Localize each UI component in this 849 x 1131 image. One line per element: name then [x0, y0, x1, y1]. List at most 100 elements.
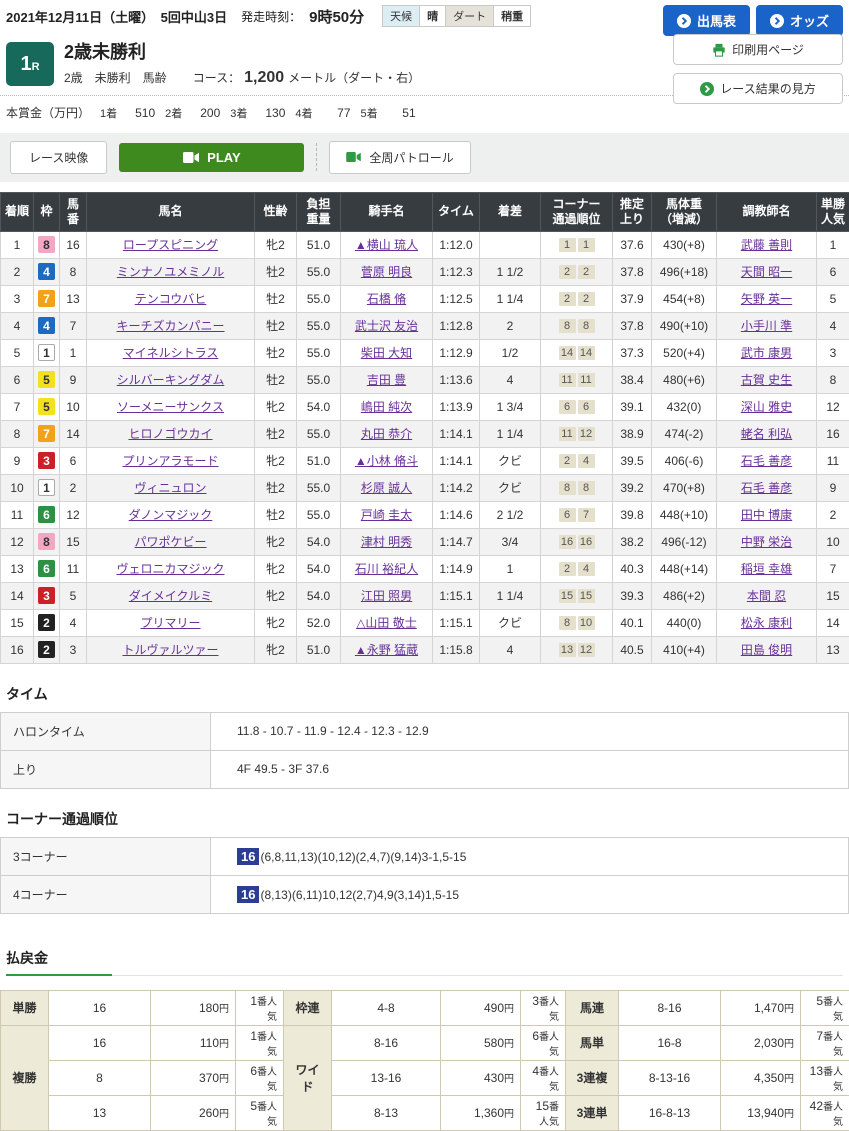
jockey-link[interactable]: 吉田 豊: [367, 373, 406, 387]
jockey-link[interactable]: ▲小林 脩斗: [355, 454, 418, 468]
jockey-link[interactable]: 津村 明秀: [361, 535, 412, 549]
sex-age: 牝2: [255, 447, 297, 474]
jockey-link[interactable]: 石橋 脩: [367, 292, 406, 306]
horse-name-link[interactable]: キーチズカンパニー: [116, 319, 224, 333]
win-popularity: 3: [817, 339, 849, 366]
trainer-link[interactable]: 深山 雅史: [741, 400, 792, 414]
trainer-link[interactable]: 蛯名 利弘: [741, 427, 792, 441]
horse-name-link[interactable]: ダイメイクルミ: [129, 589, 212, 603]
column-header: 推定上り: [613, 192, 652, 231]
finish-order: 12: [1, 528, 34, 555]
sex-age: 牝2: [255, 393, 297, 420]
body-weight: 440(0): [652, 609, 717, 636]
trainer-link[interactable]: 古賀 史生: [741, 373, 792, 387]
column-header: 調教師名: [717, 192, 817, 231]
jockey-link[interactable]: 嶋田 純次: [361, 400, 412, 414]
horse-number: 15: [60, 528, 87, 555]
jockey-link[interactable]: ▲永野 猛蔵: [355, 643, 418, 657]
yen-suffix: 円: [219, 1004, 229, 1015]
trainer-link[interactable]: 松永 康利: [741, 616, 792, 630]
horse-name-link[interactable]: ヒロノゴウカイ: [128, 427, 212, 441]
jockey-link[interactable]: 柴田 大知: [361, 346, 412, 360]
payout-popularity: 5番人気: [801, 990, 849, 1025]
finish-order: 16: [1, 636, 34, 663]
jockey-link[interactable]: △山田 敬士: [356, 616, 417, 630]
payout-table: 単勝16180円1番人気枠連4-8490円3番人気馬連8-161,470円5番人…: [0, 990, 849, 1131]
trainer-link[interactable]: 武市 康男: [741, 346, 792, 360]
payout-amount: 180円: [151, 990, 236, 1025]
trainer-link[interactable]: 武藤 善則: [741, 238, 792, 252]
play-button[interactable]: PLAY: [119, 143, 304, 172]
video-camera-icon: [346, 152, 361, 162]
result-guide-button[interactable]: レース結果の見方: [673, 73, 843, 104]
race-number-badge: 1R: [6, 42, 54, 86]
corner-position-box: 15: [578, 589, 595, 603]
odds-button[interactable]: オッズ: [756, 5, 843, 36]
jockey-link[interactable]: 石川 裕紀人: [355, 562, 418, 576]
estimated-agari: 39.5: [613, 447, 652, 474]
horse-name-link[interactable]: トルヴァルツァー: [122, 643, 218, 657]
sex-age: 牡2: [255, 339, 297, 366]
jockey-link[interactable]: 戸崎 圭太: [361, 508, 412, 522]
jockey-link[interactable]: 丸田 恭介: [361, 427, 412, 441]
column-header: 性齢: [255, 192, 297, 231]
top-right-buttons: 出馬表 オッズ: [663, 5, 843, 36]
print-page-button[interactable]: 印刷用ページ: [673, 34, 843, 65]
page: 2021年12月11日（土曜） 5回中山3日 発走時刻： 9時50分 天候 晴 …: [0, 0, 849, 1131]
trainer-link[interactable]: 天間 昭一: [741, 265, 792, 279]
horse-name-link[interactable]: パワポケビー: [134, 535, 206, 549]
prize-place-4: 4着: [295, 105, 312, 121]
horse-name-cell: ミンナノユメミノル: [87, 258, 255, 285]
jockey-link[interactable]: 江田 照男: [361, 589, 412, 603]
horse-name-link[interactable]: ソーメニーサンクス: [117, 400, 224, 414]
trainer-link[interactable]: 本間 忍: [747, 589, 786, 603]
corner-order-text: (6,8,11,13)(10,12)(2,4,7)(9,14)3-1,5-15: [260, 850, 466, 864]
horse-name-link[interactable]: ダノンマジック: [129, 508, 213, 522]
horse-name-cell: ヴィニュロン: [87, 474, 255, 501]
corner-position-cell: 24: [541, 447, 613, 474]
corner-position-box: 8: [559, 481, 576, 495]
trainer-cell: 武藤 善則: [717, 231, 817, 258]
corner-order-table: 3コーナー16(6,8,11,13)(10,12)(2,4,7)(9,14)3-…: [0, 837, 849, 914]
corner-order-value: 16(6,8,11,13)(10,12)(2,4,7)(9,14)3-1,5-1…: [211, 837, 849, 875]
patrol-video-button[interactable]: 全周パトロール: [329, 141, 470, 174]
horse-name-link[interactable]: ミンナノユメミノル: [117, 265, 224, 279]
trainer-link[interactable]: 小手川 準: [741, 319, 792, 333]
sex-age: 牡2: [255, 258, 297, 285]
trainer-link[interactable]: 田中 博康: [741, 508, 792, 522]
payout-amount: 260円: [151, 1095, 236, 1130]
carried-weight: 55.0: [297, 501, 341, 528]
body-weight: 454(+8): [652, 285, 717, 312]
table-row: 447キーチズカンパニー牡255.0武士沢 友治1:12.828837.8490…: [1, 312, 849, 339]
jockey-cell: 江田 照男: [341, 582, 433, 609]
trainer-link[interactable]: 石毛 善彦: [741, 454, 792, 468]
frame-number-badge: 4: [38, 317, 55, 334]
race-video-button[interactable]: レース映像: [10, 141, 107, 174]
horse-name-link[interactable]: シルバーキングダム: [117, 373, 225, 387]
jockey-link[interactable]: 杉原 誠人: [361, 481, 412, 495]
entry-table-button[interactable]: 出馬表: [663, 5, 750, 36]
column-header: 単勝人気: [817, 192, 849, 231]
horse-name-link[interactable]: テンコウバヒ: [135, 292, 207, 306]
trainer-link[interactable]: 石毛 善彦: [741, 481, 792, 495]
horse-name-link[interactable]: ヴィニュロン: [134, 481, 206, 495]
horse-name-link[interactable]: マイネルシトラス: [123, 346, 219, 360]
jockey-link[interactable]: 菅原 明良: [361, 265, 412, 279]
horse-name-link[interactable]: プリンアラモード: [122, 454, 218, 468]
jockey-link[interactable]: 武士沢 友治: [355, 319, 418, 333]
jockey-link[interactable]: ▲横山 琉人: [355, 238, 418, 252]
horse-name-link[interactable]: プリマリー: [140, 616, 200, 630]
track-type-label: ダート: [445, 6, 494, 26]
trainer-link[interactable]: 中野 栄治: [741, 535, 792, 549]
sex-age: 牝2: [255, 528, 297, 555]
margin: 1 1/4: [480, 582, 541, 609]
frame-cell: 1: [34, 474, 60, 501]
frame-cell: 3: [34, 582, 60, 609]
weather-value: 晴: [420, 6, 445, 26]
trainer-link[interactable]: 矢野 英一: [741, 292, 792, 306]
trainer-link[interactable]: 稲垣 幸雄: [741, 562, 792, 576]
horse-name-link[interactable]: ロープスピニング: [123, 238, 218, 252]
leader-number-badge: 16: [237, 886, 259, 903]
trainer-link[interactable]: 田島 俊明: [741, 643, 792, 657]
horse-name-link[interactable]: ヴェロニカマジック: [116, 562, 224, 576]
